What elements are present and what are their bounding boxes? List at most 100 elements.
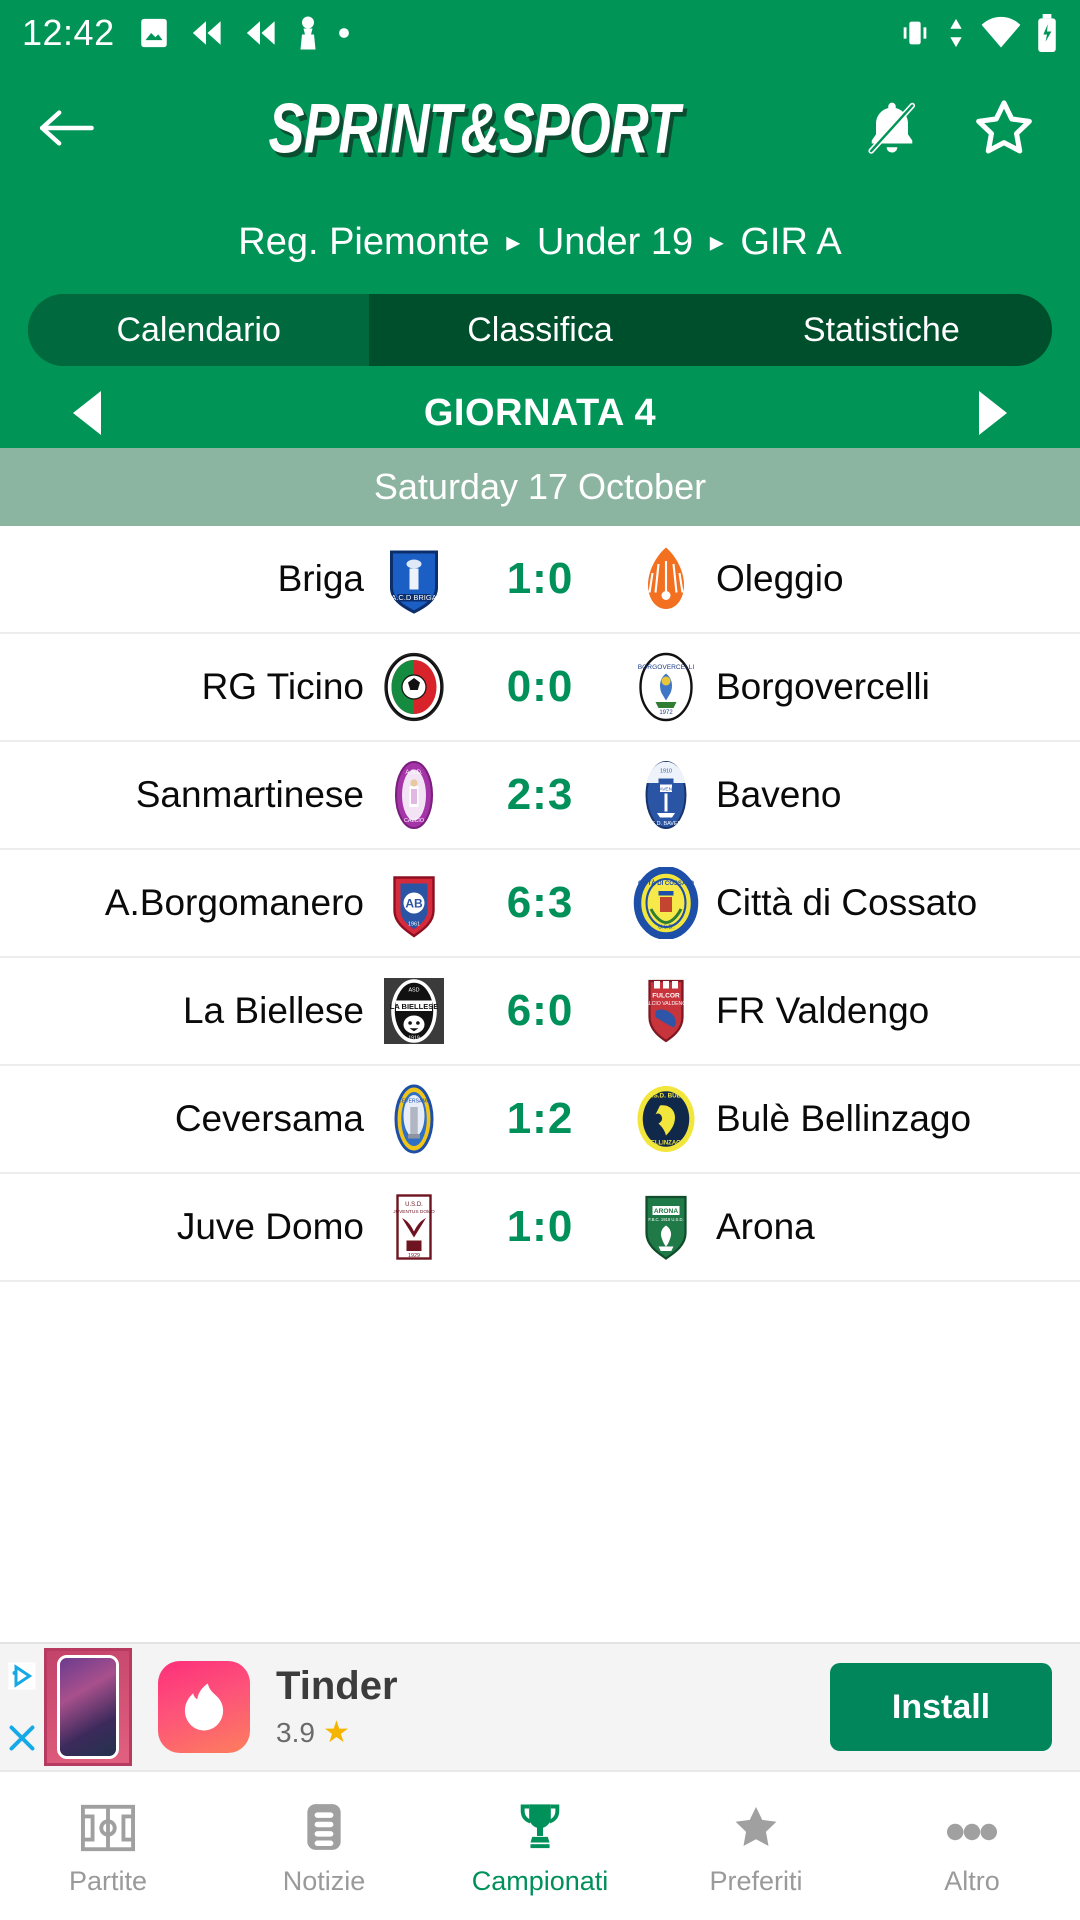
rewind-icon (187, 18, 225, 48)
away-team-name: Borgovercelli (716, 666, 930, 707)
sanmartinese-crest-icon: A.S.D. CALCIO (378, 759, 450, 831)
svg-text:1961: 1961 (408, 922, 420, 928)
borgovercelli-crest-icon: BORGOVERCELLI 1972 (630, 651, 702, 723)
previous-matchday-button[interactable] (52, 378, 122, 448)
nav-item-notizie[interactable]: Notizie (216, 1772, 432, 1920)
table-row[interactable]: A.Borgomanero AB 1961 6:3 CITTÀ DI COSSAT… (0, 850, 1080, 958)
svg-text:ARONA: ARONA (654, 1208, 678, 1215)
tinder-app-icon[interactable] (158, 1661, 250, 1753)
star-outline-icon[interactable] (972, 96, 1036, 160)
wifi-icon (980, 16, 1022, 50)
svg-text:BAVENO: BAVENO (656, 787, 676, 793)
match-score: 2:3 (506, 770, 574, 819)
home-team: La Biellese ASD LA BIELLESE 1919 (24, 975, 450, 1047)
nav-item-campionati[interactable]: Campionati (432, 1772, 648, 1920)
tab-bar-wrap: Calendario Classifica Statistiche (0, 294, 1080, 378)
svg-text:U.S.D.: U.S.D. (658, 925, 674, 931)
home-team-name: Briga (277, 558, 364, 599)
away-team: BORGOVERCELLI 1972 Borgovercelli (630, 651, 1056, 723)
install-button[interactable]: Install (830, 1663, 1052, 1751)
home-team: Sanmartinese A.S.D. CALCIO (24, 759, 450, 831)
nav-item-partite[interactable]: Partite (0, 1772, 216, 1920)
svg-text:1972: 1972 (659, 710, 673, 716)
app-bar: SPRINT&SPORT (0, 66, 1080, 190)
breadcrumb-group: GIR A (740, 220, 842, 263)
breadcrumb-region: Reg. Piemonte (238, 220, 490, 263)
nav-item-preferiti[interactable]: Preferiti (648, 1772, 864, 1920)
nav-item-altro[interactable]: Altro (864, 1772, 1080, 1920)
valdengo-crest-icon: FULCOR CALCIO VALDENGO (630, 975, 702, 1047)
match-score: 1:0 (506, 1202, 574, 1251)
away-team-name: Bulè Bellinzago (716, 1098, 972, 1139)
star-icon (730, 1796, 782, 1852)
breadcrumb-separator-icon: ▸ (709, 225, 724, 257)
table-row[interactable]: Juve Domo U.S.D. JUVENTUS DOMO 1929 1:0 AR… (0, 1174, 1080, 1282)
pitch-icon (81, 1796, 135, 1852)
ad-choices-icon[interactable] (4, 1658, 40, 1694)
svg-text:FULCOR: FULCOR (652, 993, 680, 1000)
away-team-name: Oleggio (716, 558, 844, 599)
ad-text: Tinder 3.9 ★ (276, 1664, 830, 1750)
match-score: 6:0 (506, 986, 574, 1035)
svg-text:U.S.D.: U.S.D. (405, 1202, 423, 1208)
status-bar: 12:42 (0, 0, 1080, 66)
rgticino-crest-icon (378, 651, 450, 723)
table-row[interactable]: La Biellese ASD LA BIELLESE 1919 6:0 FULCO… (0, 958, 1080, 1066)
svg-text:CALCIO: CALCIO (404, 818, 424, 824)
home-team: Briga A.C.D BRIGA (24, 543, 450, 615)
svg-text:BELLINZAGO: BELLINZAGO (647, 1141, 686, 1147)
away-team-name: Baveno (716, 774, 842, 815)
app-bar-actions (860, 96, 1036, 160)
ad-phone-image (60, 1658, 116, 1756)
svg-text:1910: 1910 (660, 769, 672, 775)
tab-statistiche[interactable]: Statistiche (710, 294, 1052, 366)
svg-text:CALCIO VALDENGO: CALCIO VALDENGO (642, 1001, 690, 1007)
breadcrumb-bar: Reg. Piemonte ▸ Under 19 ▸ GIR A (0, 190, 1080, 294)
status-left-icons (137, 15, 898, 51)
svg-text:JUVENTUS DOMO: JUVENTUS DOMO (393, 1209, 435, 1215)
ad-rating-value: 3.9 (276, 1716, 315, 1748)
image-icon (137, 16, 171, 50)
svg-text:ASD: ASD (408, 988, 419, 994)
data-transfer-icon (946, 16, 966, 50)
away-team-name: Città di Cossato (716, 882, 978, 923)
breadcrumb-separator-icon: ▸ (506, 225, 521, 257)
away-team: ARONA F.B.C. 1919 U.S.D. Arona (630, 1191, 1056, 1263)
nav-label-campionati: Campionati (471, 1865, 609, 1896)
tab-classifica[interactable]: Classifica (369, 294, 711, 366)
home-team: RG Ticino (24, 651, 450, 723)
ad-banner[interactable]: Tinder 3.9 ★ Install (0, 1642, 1080, 1770)
status-right-icons (898, 14, 1058, 52)
news-icon (302, 1796, 346, 1852)
battery-charging-icon (1036, 14, 1058, 52)
table-row[interactable]: RG Ticino 0:0 BORGOVERCELLI 1972 Borgover… (0, 634, 1080, 742)
breadcrumb[interactable]: Reg. Piemonte ▸ Under 19 ▸ GIR A (238, 221, 841, 264)
chevron-right-icon (978, 391, 1007, 435)
svg-text:F.B.C. 1919 U.S.D.: F.B.C. 1919 U.S.D. (648, 1217, 683, 1222)
ad-thumbnail[interactable] (44, 1648, 132, 1766)
vibrate-icon (898, 16, 932, 50)
close-icon[interactable] (4, 1720, 40, 1756)
ad-choices[interactable] (0, 1644, 44, 1770)
chevron-left-icon (73, 391, 101, 435)
away-team: 1910 BAVENO A.S.D. BAVENO Baveno (630, 759, 1056, 831)
table-row[interactable]: Sanmartinese A.S.D. CALCIO 2:3 1910 BAVENO… (0, 742, 1080, 850)
nav-label-partite: Partite (68, 1865, 148, 1896)
next-matchday-button[interactable] (958, 378, 1028, 448)
chess-pawn-icon (295, 15, 321, 51)
trophy-icon (514, 1796, 566, 1852)
status-time: 12:42 (22, 12, 115, 53)
oleggio-crest-icon (630, 543, 702, 615)
star-icon: ★ (322, 1716, 350, 1749)
svg-text:AB: AB (405, 897, 423, 911)
home-team-name: Sanmartinese (135, 774, 364, 815)
home-team: Ceversama CEVERSAMA (24, 1083, 450, 1155)
away-team-name: Arona (716, 1206, 815, 1247)
bell-off-icon[interactable] (860, 96, 924, 160)
baveno-crest-icon: 1910 BAVENO A.S.D. BAVENO (630, 759, 702, 831)
table-row[interactable]: Briga A.C.D BRIGA 1:0 Oleggio (0, 526, 1080, 634)
svg-text:A.S.D.: A.S.D. (405, 770, 423, 776)
table-row[interactable]: Ceversama CEVERSAMA 1:2 A.S.D. BULÈ BELLI… (0, 1066, 1080, 1174)
tab-calendario[interactable]: Calendario (28, 294, 370, 366)
svg-text:CITTÀ DI COSSATO: CITTÀ DI COSSATO (638, 880, 694, 887)
